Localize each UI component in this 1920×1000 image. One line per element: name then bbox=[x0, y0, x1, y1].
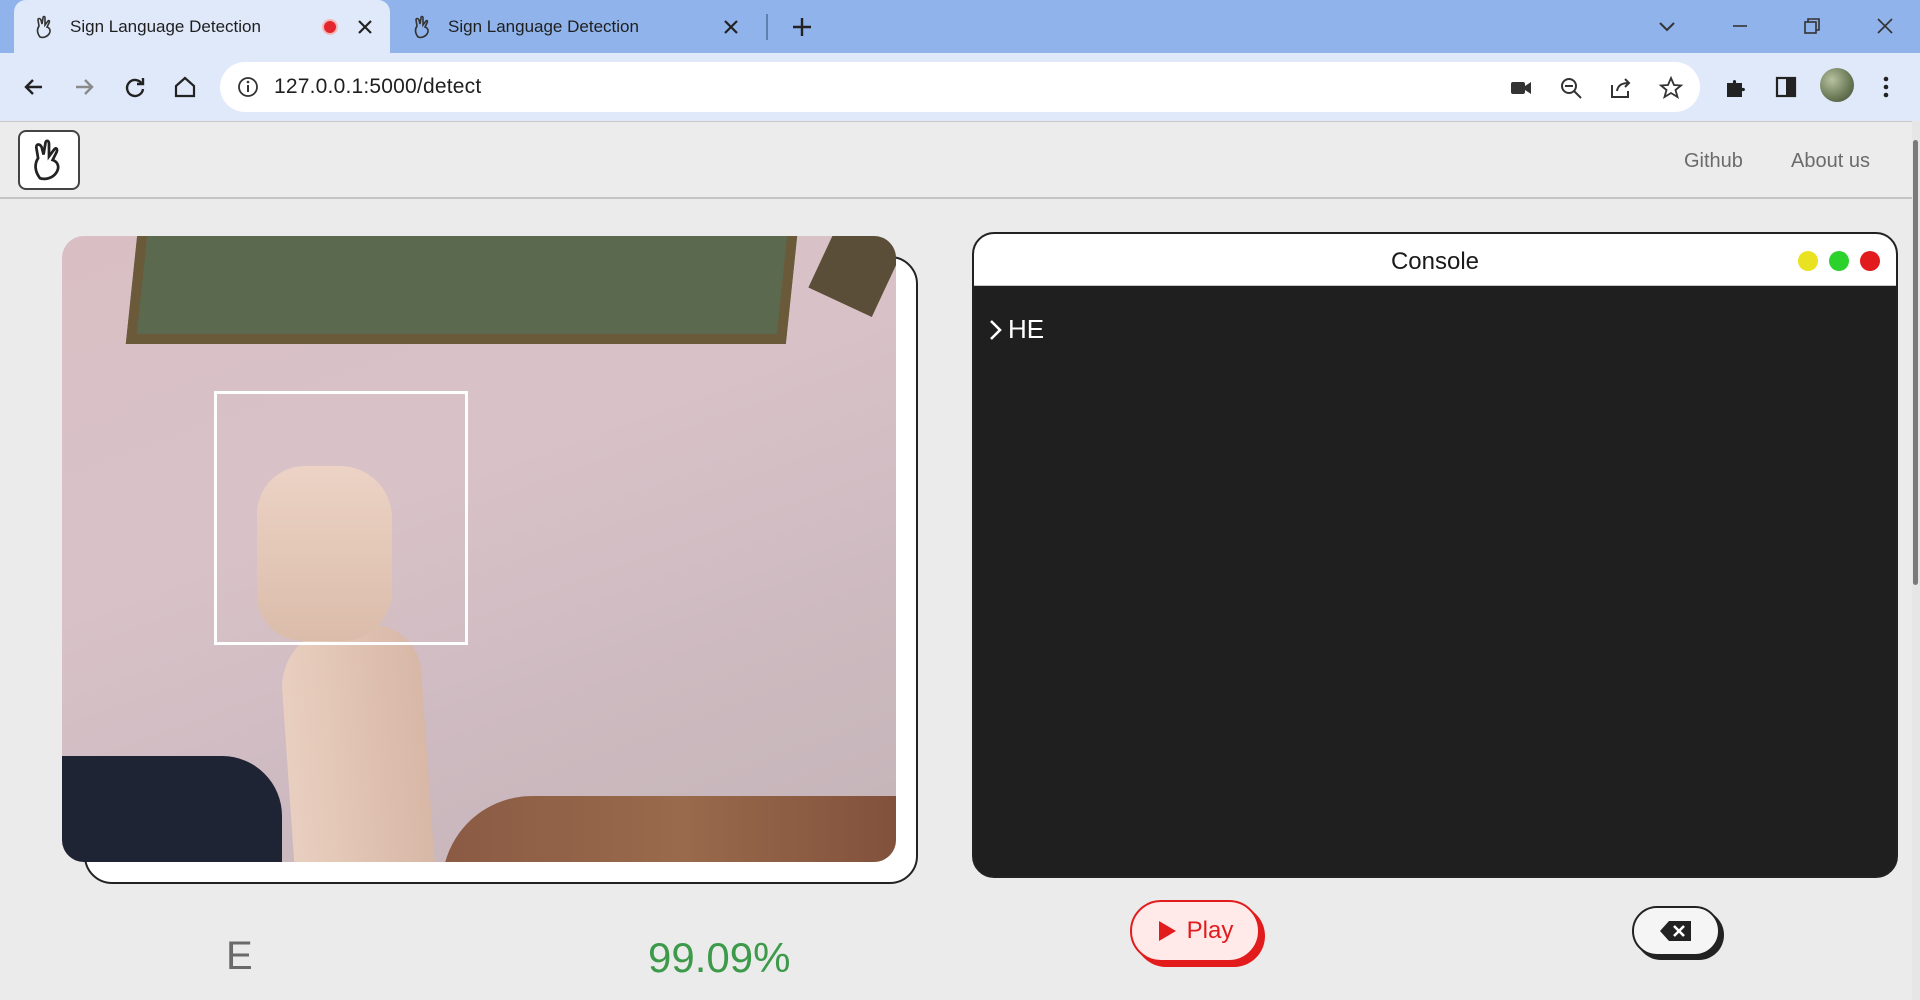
hand-favicon-icon bbox=[414, 15, 429, 38]
minimize-window-icon[interactable] bbox=[1728, 14, 1752, 38]
back-arrow-icon[interactable] bbox=[20, 73, 48, 101]
browser-toolbar: 127.0.0.1:5000/detect bbox=[0, 53, 1920, 121]
new-tab-plus-icon[interactable] bbox=[788, 13, 816, 41]
tab-search-chevron-icon[interactable] bbox=[1655, 14, 1679, 38]
forward-arrow-icon[interactable] bbox=[70, 73, 98, 101]
side-panel-icon[interactable] bbox=[1772, 73, 1800, 101]
site-navbar: Github About us bbox=[0, 121, 1912, 199]
detection-bounding-box bbox=[214, 391, 468, 645]
webcam-feed bbox=[62, 236, 896, 862]
recording-indicator-icon bbox=[322, 18, 338, 35]
tab-title: Sign Language Detection bbox=[448, 16, 639, 36]
console-output-line: HE bbox=[988, 314, 1044, 345]
site-logo[interactable] bbox=[18, 130, 80, 190]
site-info-icon[interactable] bbox=[236, 75, 260, 99]
console-output-text: HE bbox=[1008, 314, 1045, 344]
close-window-icon[interactable] bbox=[1873, 14, 1897, 38]
camera-in-use-icon[interactable] bbox=[1508, 75, 1534, 101]
backspace-icon bbox=[1660, 921, 1691, 941]
bookmark-star-icon[interactable] bbox=[1658, 75, 1684, 101]
hand-logo-icon bbox=[34, 139, 60, 181]
couch bbox=[442, 796, 896, 862]
extensions-puzzle-icon[interactable] bbox=[1722, 73, 1750, 101]
wall-frame-corner bbox=[808, 236, 896, 318]
tab-sign-language-detection[interactable]: Sign Language Detection bbox=[400, 0, 756, 53]
close-dot-red[interactable] bbox=[1860, 251, 1880, 271]
play-button-label: Play bbox=[1186, 917, 1234, 944]
sleeve bbox=[62, 756, 282, 862]
browser-tabstrip: Sign Language Detection Sign Language De… bbox=[0, 0, 1920, 53]
restore-window-icon[interactable] bbox=[1800, 14, 1824, 38]
wall-picture-frame bbox=[125, 236, 799, 344]
profile-avatar[interactable] bbox=[1820, 68, 1854, 102]
tab-separator bbox=[766, 14, 768, 40]
share-icon[interactable] bbox=[1608, 75, 1634, 101]
hand-favicon-icon bbox=[36, 15, 51, 38]
maximize-dot-green[interactable] bbox=[1829, 251, 1849, 271]
console-title: Console bbox=[1390, 248, 1480, 275]
url-text: 127.0.0.1:5000/detect bbox=[274, 75, 482, 98]
more-menu-icon[interactable] bbox=[1872, 73, 1900, 101]
minimize-dot-yellow[interactable] bbox=[1798, 251, 1818, 271]
reload-icon[interactable] bbox=[121, 73, 149, 101]
backspace-button[interactable] bbox=[1632, 906, 1720, 956]
tab-title: Sign Language Detection bbox=[70, 16, 261, 36]
prediction-confidence: 99.09% bbox=[648, 934, 791, 981]
arm bbox=[278, 621, 436, 862]
zoom-out-icon[interactable] bbox=[1558, 75, 1584, 101]
home-icon[interactable] bbox=[171, 73, 199, 101]
nav-link-about-us[interactable]: About us bbox=[1791, 150, 1870, 173]
close-tab-icon[interactable] bbox=[722, 18, 740, 36]
play-button[interactable]: Play bbox=[1130, 900, 1260, 962]
predicted-letter: E bbox=[226, 934, 253, 978]
play-icon bbox=[1158, 921, 1176, 941]
tab-sign-language-detection-active[interactable]: Sign Language Detection bbox=[14, 0, 390, 53]
console-window: Console HE bbox=[972, 232, 1898, 878]
close-tab-icon[interactable] bbox=[356, 18, 374, 36]
console-header: Console bbox=[974, 234, 1896, 286]
address-bar[interactable]: 127.0.0.1:5000/detect bbox=[220, 62, 1700, 112]
nav-link-github[interactable]: Github bbox=[1684, 150, 1743, 173]
scrollbar-thumb[interactable] bbox=[1913, 140, 1918, 585]
prompt-chevron-icon bbox=[990, 319, 1002, 340]
